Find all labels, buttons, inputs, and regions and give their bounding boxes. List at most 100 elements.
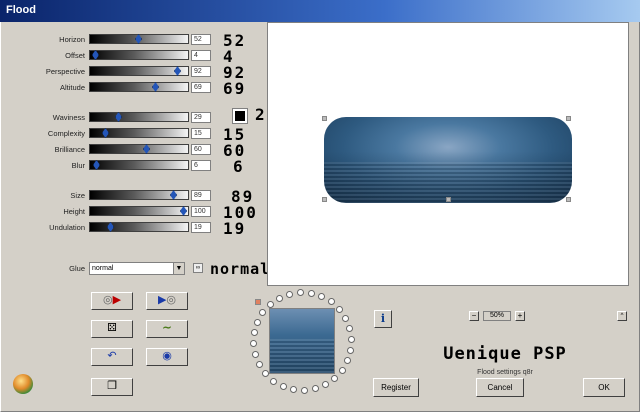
offset-slider[interactable] [89,50,189,60]
complexity-value[interactable]: 15 [191,128,211,139]
glue-select[interactable]: normal ▼ [89,262,185,275]
slider-thumb[interactable] [102,128,109,138]
undulation-big-value: 19 [223,219,247,238]
slider-row-waviness: Waviness 29 [1,112,261,124]
slider-row-perspective: Perspective 92 92 [1,63,261,82]
play-red-button[interactable]: ◎▶ [91,292,133,310]
navigator-dot [259,309,267,317]
wave-button[interactable]: ∼ [146,320,188,338]
collapse-button[interactable]: ^ [617,311,627,321]
slider-thumb[interactable] [135,34,142,44]
navigator-dot [344,357,352,365]
slider-label: Perspective [45,67,85,76]
horizon-big-value: 52 [223,31,247,50]
offset-value[interactable]: 4 [191,50,211,61]
size-big-value: 89 [231,187,255,206]
zoom-out-button[interactable]: − [469,311,479,321]
info-button[interactable]: i [374,310,392,328]
waviness-slider[interactable] [89,112,189,122]
height-big-value: 100 [223,203,258,222]
slider-row-height: Height 100 100 [1,203,271,222]
altitude-value[interactable]: 69 [191,82,211,93]
horizon-slider[interactable] [89,34,189,44]
copy-icon: ❐ [107,380,117,392]
undulation-slider[interactable] [89,222,189,232]
height-slider[interactable] [89,206,189,216]
navigator-dot [312,385,320,393]
altitude-slider[interactable] [89,82,189,92]
slider-label: Size [70,191,85,200]
slider-row-complexity: Complexity 15 15 [1,127,261,143]
blur-value[interactable]: 6 [191,160,211,171]
perspective-slider[interactable] [89,66,189,76]
resize-handle[interactable] [566,116,571,121]
offset-big-value: 4 [223,47,235,66]
undulation-value[interactable]: 19 [191,222,211,233]
settings-caption: Flood settings q8r [477,369,533,376]
size-slider[interactable] [89,190,189,200]
chevron-down-icon[interactable]: ▼ [173,263,184,274]
slider-thumb[interactable] [93,160,100,170]
slider-row-blur: Blur 6 6 [1,159,261,175]
resize-handle[interactable] [446,197,451,202]
navigator-thumbnail[interactable] [269,308,335,374]
play-blue-button[interactable]: ▶◎ [146,292,188,310]
flood-preview-image [324,117,572,203]
waviness-value[interactable]: 29 [191,112,211,123]
slider-thumb[interactable] [170,190,177,200]
height-value[interactable]: 100 [191,206,211,217]
slider-thumb[interactable] [152,82,159,92]
ok-button[interactable]: OK [583,378,625,397]
slider-thumb[interactable] [115,112,122,122]
copy-button[interactable]: ❐ [91,378,133,396]
zoom-in-button[interactable]: + [515,311,525,321]
navigator-dot [250,329,258,337]
app-logo-icon [13,374,33,394]
brand-title: Uenique PSP [443,344,567,364]
brilliance-value[interactable]: 60 [191,144,211,155]
navigator-dot [275,294,283,302]
resize-handle[interactable] [322,116,327,121]
resize-handle[interactable] [566,197,571,202]
slider-thumb[interactable] [107,222,114,232]
color-swatch[interactable] [232,108,248,124]
size-value[interactable]: 89 [191,190,211,201]
register-button[interactable]: Register [373,378,419,397]
slider-thumb[interactable] [180,206,187,216]
navigator-dot [307,289,315,297]
slider-thumb[interactable] [174,66,181,76]
slider-row-size: Size 89 89 [1,187,261,206]
link-icon[interactable]: ∞ [193,263,203,273]
randomize-button[interactable]: ⚄ [91,320,133,338]
slider-row-undulation: Undulation 19 19 [1,219,261,238]
navigator-dot [270,377,278,385]
navigator-dot [318,292,326,300]
navigator-corner[interactable] [255,299,261,305]
undo-button[interactable]: ↶ [91,348,133,366]
wave-icon: ∼ [162,322,172,334]
dice-icon: ⚄ [107,322,117,334]
complexity-slider[interactable] [89,128,189,138]
slider-row-brilliance: Brilliance 60 60 [1,143,261,159]
navigator-dot [346,324,354,332]
preview-pane[interactable] [267,22,629,286]
slider-thumb[interactable] [143,144,150,154]
perspective-big-value: 92 [223,63,247,82]
perspective-value[interactable]: 92 [191,66,211,77]
slider-thumb[interactable] [92,50,99,60]
glue-select-value: normal [92,265,114,272]
zoom-level: 50% [483,311,511,321]
play-red-icon: ◎ [102,294,113,306]
resize-handle[interactable] [322,197,327,202]
navigator-dot [279,383,287,391]
brilliance-slider[interactable] [89,144,189,154]
reset-button[interactable]: ◉ [146,348,188,366]
blur-slider[interactable] [89,160,189,170]
navigator-dot [327,298,335,306]
horizon-value[interactable]: 52 [191,34,211,45]
altitude-big-value: 69 [223,79,247,98]
glue-label: Glue [69,264,85,273]
navigator-dot [296,289,304,297]
navigator-dot [338,366,346,374]
cancel-button[interactable]: Cancel [476,378,524,397]
